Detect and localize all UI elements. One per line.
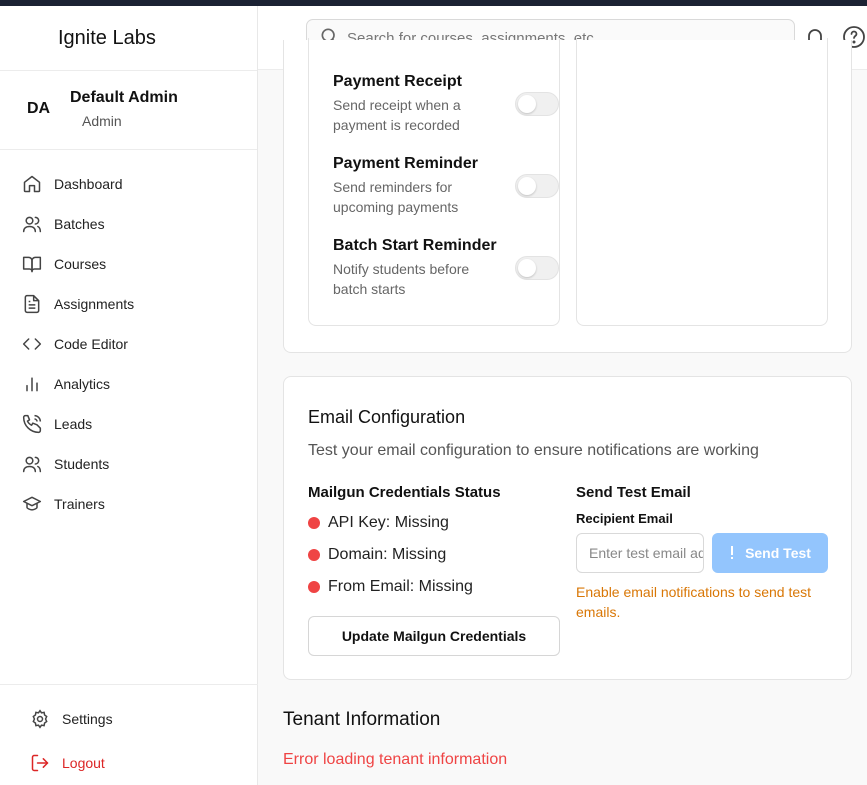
test-email-input[interactable] (576, 533, 704, 573)
sidebar-nav: Dashboard Batches Courses Assignments Co… (0, 164, 258, 524)
status-api-key: API Key: Missing (308, 514, 449, 532)
sidebar-item-code-editor[interactable]: Code Editor (0, 324, 258, 364)
user-role: Admin (82, 113, 122, 129)
sidebar-item-settings[interactable]: Settings (0, 697, 258, 741)
sidebar-item-label: Leads (54, 416, 93, 432)
sidebar-item-analytics[interactable]: Analytics (0, 364, 258, 404)
sidebar-item-trainers[interactable]: Trainers (0, 484, 258, 524)
status-dot-red (308, 549, 320, 561)
logout-icon (30, 753, 50, 773)
email-config-description: Test your email configuration to ensure … (308, 442, 759, 459)
recipient-email-label: Recipient Email (576, 511, 673, 526)
status-label: Domain: Missing (328, 546, 447, 563)
toggle-row-batch-start-reminder: Batch Start Reminder Notify students bef… (333, 237, 559, 299)
notification-secondary-panel (576, 38, 828, 326)
alert-icon (729, 545, 735, 561)
sidebar-item-label: Students (54, 456, 110, 472)
users-icon (22, 214, 42, 234)
brand-logo[interactable]: Ignite Labs (0, 6, 257, 71)
book-icon (22, 254, 42, 274)
logout-button[interactable]: Logout (0, 741, 258, 785)
phone-icon (22, 414, 42, 434)
sidebar-item-label: Code Editor (54, 336, 128, 352)
toggle-description: Send receipt when a payment is recorded (333, 97, 461, 133)
sidebar-item-label: Assignments (54, 296, 135, 312)
status-label: From Email: Missing (328, 578, 473, 595)
update-mailgun-credentials-button[interactable]: Update Mailgun Credentials (308, 616, 560, 656)
send-test-button[interactable]: Send Test (712, 533, 828, 573)
mailgun-status-title: Mailgun Credentials Status (308, 484, 501, 501)
email-configuration-card: Email Configuration Test your email conf… (283, 376, 852, 680)
sidebar-item-label: Dashboard (54, 176, 123, 192)
graduation-cap-icon (22, 494, 42, 514)
sidebar-bottom: Settings Logout (0, 684, 258, 785)
sidebar-item-students[interactable]: Students (0, 444, 258, 484)
send-test-label: Send Test (745, 545, 811, 561)
brand-name: Ignite Labs (58, 26, 156, 49)
sidebar-item-label: Trainers (54, 496, 105, 512)
sidebar-item-label: Batches (54, 216, 105, 232)
sidebar: Ignite Labs DA Default Admin Admin Dashb… (0, 6, 258, 785)
batch-start-reminder-toggle[interactable] (515, 256, 559, 280)
toggle-title: Payment Reminder (333, 155, 478, 172)
notification-settings-card: Payment Receipt Send receipt when a paym… (283, 38, 852, 353)
payment-reminder-toggle[interactable] (515, 174, 559, 198)
sidebar-item-dashboard[interactable]: Dashboard (0, 164, 258, 204)
status-dot-red (308, 581, 320, 593)
tenant-info-title: Tenant Information (283, 709, 441, 730)
bar-chart-icon (22, 374, 42, 394)
avatar: DA (27, 100, 51, 117)
toggle-row-payment-receipt: Payment Receipt Send receipt when a paym… (333, 73, 559, 135)
status-domain: Domain: Missing (308, 546, 446, 564)
sidebar-item-label: Settings (62, 711, 113, 727)
gear-icon (30, 709, 50, 729)
payment-receipt-toggle[interactable] (515, 92, 559, 116)
sidebar-item-label: Analytics (54, 376, 111, 392)
send-test-email-title: Send Test Email (576, 484, 691, 501)
sidebar-item-batches[interactable]: Batches (0, 204, 258, 244)
tenant-info-error: Error loading tenant information (283, 751, 508, 768)
logout-label: Logout (62, 755, 105, 771)
home-icon (22, 174, 42, 194)
toggle-row-payment-reminder: Payment Reminder Send reminders for upco… (333, 155, 559, 217)
users-icon (22, 454, 42, 474)
status-dot-red (308, 517, 320, 529)
notification-toggles-panel: Payment Receipt Send receipt when a paym… (308, 38, 560, 326)
status-label: API Key: Missing (328, 514, 449, 531)
toggle-title: Payment Receipt (333, 73, 462, 90)
user-profile: DA Default Admin Admin (0, 71, 257, 150)
status-from-email: From Email: Missing (308, 578, 473, 596)
sidebar-item-leads[interactable]: Leads (0, 404, 258, 444)
sidebar-item-assignments[interactable]: Assignments (0, 284, 258, 324)
email-config-title: Email Configuration (308, 407, 466, 427)
file-text-icon (22, 294, 42, 314)
send-test-warning: Enable email notifications to send test … (576, 584, 812, 620)
code-icon (22, 334, 42, 354)
user-name: Default Admin (70, 89, 178, 106)
toggle-title: Batch Start Reminder (333, 237, 497, 254)
toggle-description: Send reminders for upcoming payments (333, 179, 459, 215)
sidebar-item-label: Courses (54, 256, 107, 272)
sidebar-item-courses[interactable]: Courses (0, 244, 258, 284)
toggle-description: Notify students before batch starts (333, 261, 470, 297)
